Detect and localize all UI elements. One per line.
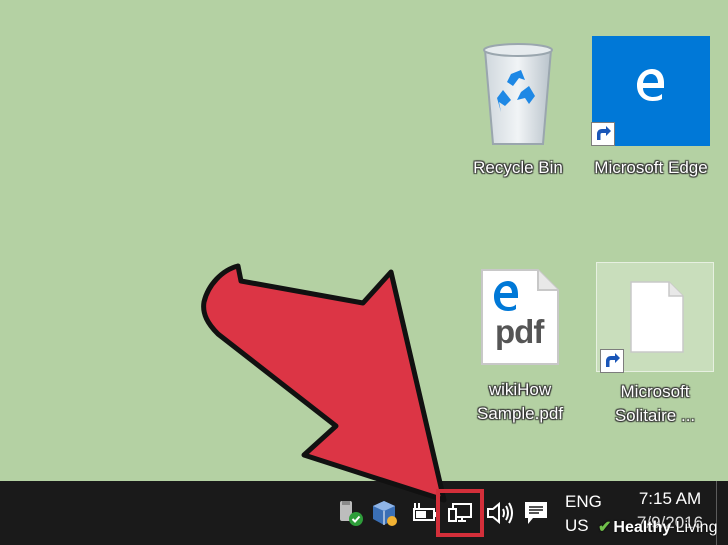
solitaire-selection-box [596, 262, 714, 373]
clock-time: 7:15 AM [638, 489, 702, 508]
pdf-document-icon: pdf [480, 268, 560, 366]
microsoft-edge-label: Microsoft Edge [594, 158, 708, 177]
watermark-light: Living [675, 519, 718, 536]
solitaire-label-line-2: Solitaire ... [614, 406, 696, 425]
usb-eject-icon[interactable] [334, 497, 366, 529]
recycle-bin-icon [475, 40, 561, 148]
show-desktop-button[interactable] [716, 481, 728, 545]
blank-document-icon [630, 281, 684, 353]
language-code: ENG [565, 492, 602, 511]
desktop[interactable]: Recycle Bin Microsoft Edge pdf wikiHow S… [0, 0, 728, 481]
wikihow-pdf-file[interactable]: pdf wikiHow Sample.pdf [470, 268, 570, 426]
virtualbox-icon[interactable] [368, 497, 400, 529]
volume-icon[interactable] [484, 497, 516, 529]
microsoft-edge-shortcut[interactable]: Microsoft Edge [586, 36, 716, 180]
solitaire-label-line-1: Microsoft [620, 382, 690, 401]
check-icon: ✔ [598, 519, 612, 536]
healthy-living-watermark: ✔ Healthy Living [598, 518, 717, 538]
pdf-label-line-2: Sample.pdf [477, 404, 563, 423]
network-icon-highlight [436, 489, 484, 537]
pdf-document-text: pdf [495, 313, 544, 350]
recycle-bin-shortcut[interactable]: Recycle Bin [462, 40, 574, 180]
edge-tile [591, 36, 710, 146]
recycle-bin-label: Recycle Bin [473, 158, 563, 177]
action-center-icon[interactable] [520, 497, 552, 529]
shortcut-arrow-icon [600, 349, 624, 373]
watermark-bold: Healthy [613, 519, 672, 536]
shortcut-arrow-icon [591, 122, 615, 146]
solitaire-shortcut[interactable]: Microsoft Solitaire ... [590, 262, 720, 428]
pdf-label-line-1: wikiHow [488, 380, 552, 399]
edge-icon [637, 69, 664, 101]
